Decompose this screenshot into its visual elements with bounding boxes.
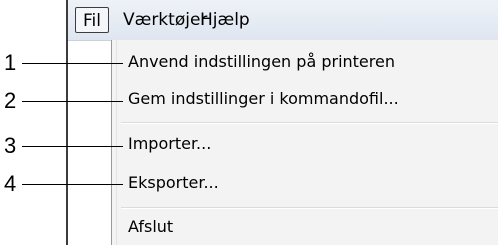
callout-number: 1 — [4, 50, 17, 75]
menu-fil[interactable]: Fil — [75, 7, 109, 33]
menu-item-apply-settings[interactable]: Anvend indstillingen på printeren — [128, 52, 395, 71]
menu-vaerktoejer[interactable]: Værktøjer — [123, 7, 207, 33]
menu-separator — [121, 207, 498, 209]
callout-line — [22, 101, 123, 102]
callout-line — [22, 146, 123, 147]
menu-separator — [121, 122, 498, 124]
menu-hjaelp[interactable]: Hjælp — [200, 7, 250, 33]
menu-item-save-command-file[interactable]: Gem indstillinger i kommandofil... — [128, 89, 399, 108]
callout-number: 2 — [4, 88, 17, 113]
menu-gutter-divider — [116, 40, 117, 245]
callout-number: 3 — [4, 133, 17, 158]
callout-number: 4 — [4, 171, 17, 196]
menu-item-export[interactable]: Eksporter... — [128, 173, 219, 192]
menu-item-import[interactable]: Importer... — [128, 134, 211, 153]
menu-item-exit[interactable]: Afslut — [128, 217, 173, 236]
callout-line — [22, 63, 123, 64]
callout-line — [22, 184, 123, 185]
